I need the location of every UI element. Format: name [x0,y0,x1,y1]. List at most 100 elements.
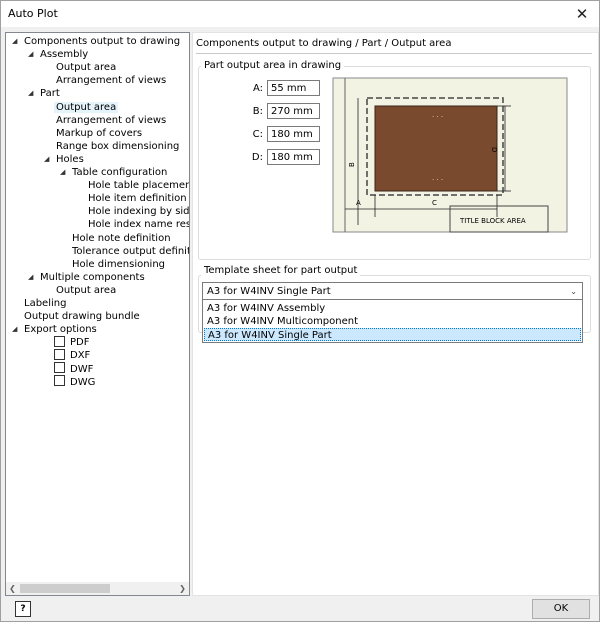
breadcrumb: Components output to drawing / Part / Ou… [196,38,452,49]
tree-item[interactable]: Arrangement of views [54,114,168,127]
tree-item[interactable]: Hole note definition [70,232,173,245]
help-icon[interactable]: ? [15,601,31,617]
tree-item-label: DXF [70,350,91,362]
expander-icon[interactable]: ◢ [28,271,36,284]
tree-item[interactable]: ◢ Components output to drawing [12,35,182,48]
tree-item-label: DWF [70,363,94,375]
tree-item-label: Hole dimensioning [72,258,166,270]
output-area-diagram: · · · · · · A C B D TITLE BLOCK AREA [332,77,568,233]
expander-icon[interactable]: ◢ [28,48,36,61]
tree-item[interactable]: DWF [54,362,95,376]
window-title: Auto Plot [8,7,58,20]
tree-item[interactable]: Markup of covers [54,127,144,140]
field-b-input[interactable]: 270 mm [267,103,320,119]
tree-item-label: Hole index name reser [88,219,189,231]
tree-item[interactable]: ◢ Holes [44,153,86,166]
tree-item-label: Arrangement of views [56,75,167,87]
ok-button[interactable]: OK [532,599,590,619]
tree-item[interactable]: Arrangement of views [54,74,168,87]
title-bar: Auto Plot ✕ [1,1,599,27]
checkbox[interactable] [54,348,65,360]
tree-item-label: Hole note definition [72,232,171,244]
scrollbar-thumb[interactable] [20,584,110,593]
tree-horizontal-scrollbar[interactable]: ❮ ❯ [6,582,189,595]
tree-item-label: Part [40,88,60,100]
settings-tree: ◢ Components output to drawing ◢ Assembly Ou… [5,32,190,596]
tree-item[interactable]: DXF [54,348,92,362]
tree-item[interactable]: ◢ Part [28,87,62,100]
dim-b-label: B [348,162,356,167]
dim-d-label: D [490,147,498,152]
tree-item-label: Hole item definition [88,193,187,205]
field-d-input[interactable]: 180 mm [267,149,320,165]
tree-item-label: Hole indexing by side a [88,206,189,218]
divider [196,53,592,54]
tree-item[interactable]: Range box dimensioning [54,140,181,153]
output-area-group-title: Part output area in drawing [201,60,345,71]
field-c-input[interactable]: 180 mm [267,126,320,142]
field-a-input[interactable]: 55 mm [267,80,320,96]
template-option-multicomponent[interactable]: A3 for W4INV Multicomponent [204,315,581,328]
tree-item-label: Components output to drawing [24,36,181,47]
checkbox[interactable] [54,375,65,387]
field-c-label: C: [252,129,263,140]
checkbox[interactable] [54,335,65,347]
template-dropdown-list: A3 for W4INV Assembly A3 for W4INV Multi… [202,299,583,343]
checkbox[interactable] [54,362,65,373]
tree-item[interactable]: ◢ Assembly [28,48,90,61]
tree-item[interactable]: Hole dimensioning [70,258,167,271]
tree-item[interactable]: ◢ Multiple components [28,271,147,284]
part-dots-bottom: · · · [432,176,443,184]
scroll-left-icon[interactable]: ❮ [6,582,19,595]
tree-item[interactable]: Hole item definition [86,192,189,205]
tree-item[interactable]: PDF [54,335,91,349]
tree-item-label: Output area [56,284,117,296]
field-b-label: B: [252,106,263,117]
expander-icon[interactable]: ◢ [12,35,20,48]
field-d-label: D: [251,152,263,163]
expander-icon[interactable]: ◢ [12,323,20,336]
tree-item[interactable]: Hole index name reser [86,218,189,231]
tree-item-label: Labeling [24,298,67,309]
tree-item[interactable]: Hole table placement [86,179,189,192]
tree-item-label: Table configuration [72,167,168,178]
tree-item-label: Range box dimensioning [56,140,180,152]
tree-item-label: Markup of covers [56,127,143,139]
tree-content: ◢ Components output to drawing ◢ Assembly Ou… [6,33,189,581]
template-option-assembly[interactable]: A3 for W4INV Assembly [204,302,581,315]
tree-item-label: Hole table placement [88,180,189,192]
title-block-label: TITLE BLOCK AREA [459,217,526,225]
settings-panel: Components output to drawing / Part / Ou… [192,32,599,596]
template-option-single-part[interactable]: A3 for W4INV Single Part [204,328,581,341]
tree-item[interactable]: Output area [54,284,118,297]
tree-item[interactable]: Hole indexing by side a [86,205,189,218]
close-icon[interactable]: ✕ [565,1,599,27]
template-selected-value: A3 for W4INV Single Part [207,286,331,297]
tree-item[interactable]: DWG [54,375,97,389]
tree-item-label: Assembly [40,49,89,61]
expander-icon[interactable]: ◢ [28,87,36,100]
tree-item-label: Export options [24,324,97,336]
tree-item-label: Tolerance output definitio [72,245,189,257]
tree-item-label: Arrangement of views [56,114,167,126]
field-a-label: A: [252,83,263,94]
part-dots-top: · · · [432,113,443,121]
template-group-title: Template sheet for part output [201,265,361,276]
tree-item-label: Multiple components [40,271,145,283]
tree-item-label: PDF [70,337,90,349]
tree-item[interactable]: Output drawing bundle [22,310,142,323]
tree-item-label: Holes [56,153,84,165]
tree-item[interactable]: Output area [54,101,119,114]
tree-item[interactable]: ◢ Table configuration [60,166,169,179]
tree-item[interactable]: Output area [54,61,118,74]
tree-item[interactable]: ◢ Export options [12,323,99,336]
template-select[interactable]: A3 for W4INV Single Part ⌄ [202,282,583,300]
expander-icon[interactable]: ◢ [44,153,52,166]
tree-item[interactable]: Tolerance output definitio [70,245,189,258]
dim-a-label: A [356,199,361,207]
expander-icon[interactable]: ◢ [60,166,68,179]
tree-item[interactable]: Labeling [22,297,68,310]
dim-c-label: C [432,199,437,207]
tree-item-label: Output drawing bundle [24,311,140,323]
scroll-right-icon[interactable]: ❯ [176,582,189,595]
